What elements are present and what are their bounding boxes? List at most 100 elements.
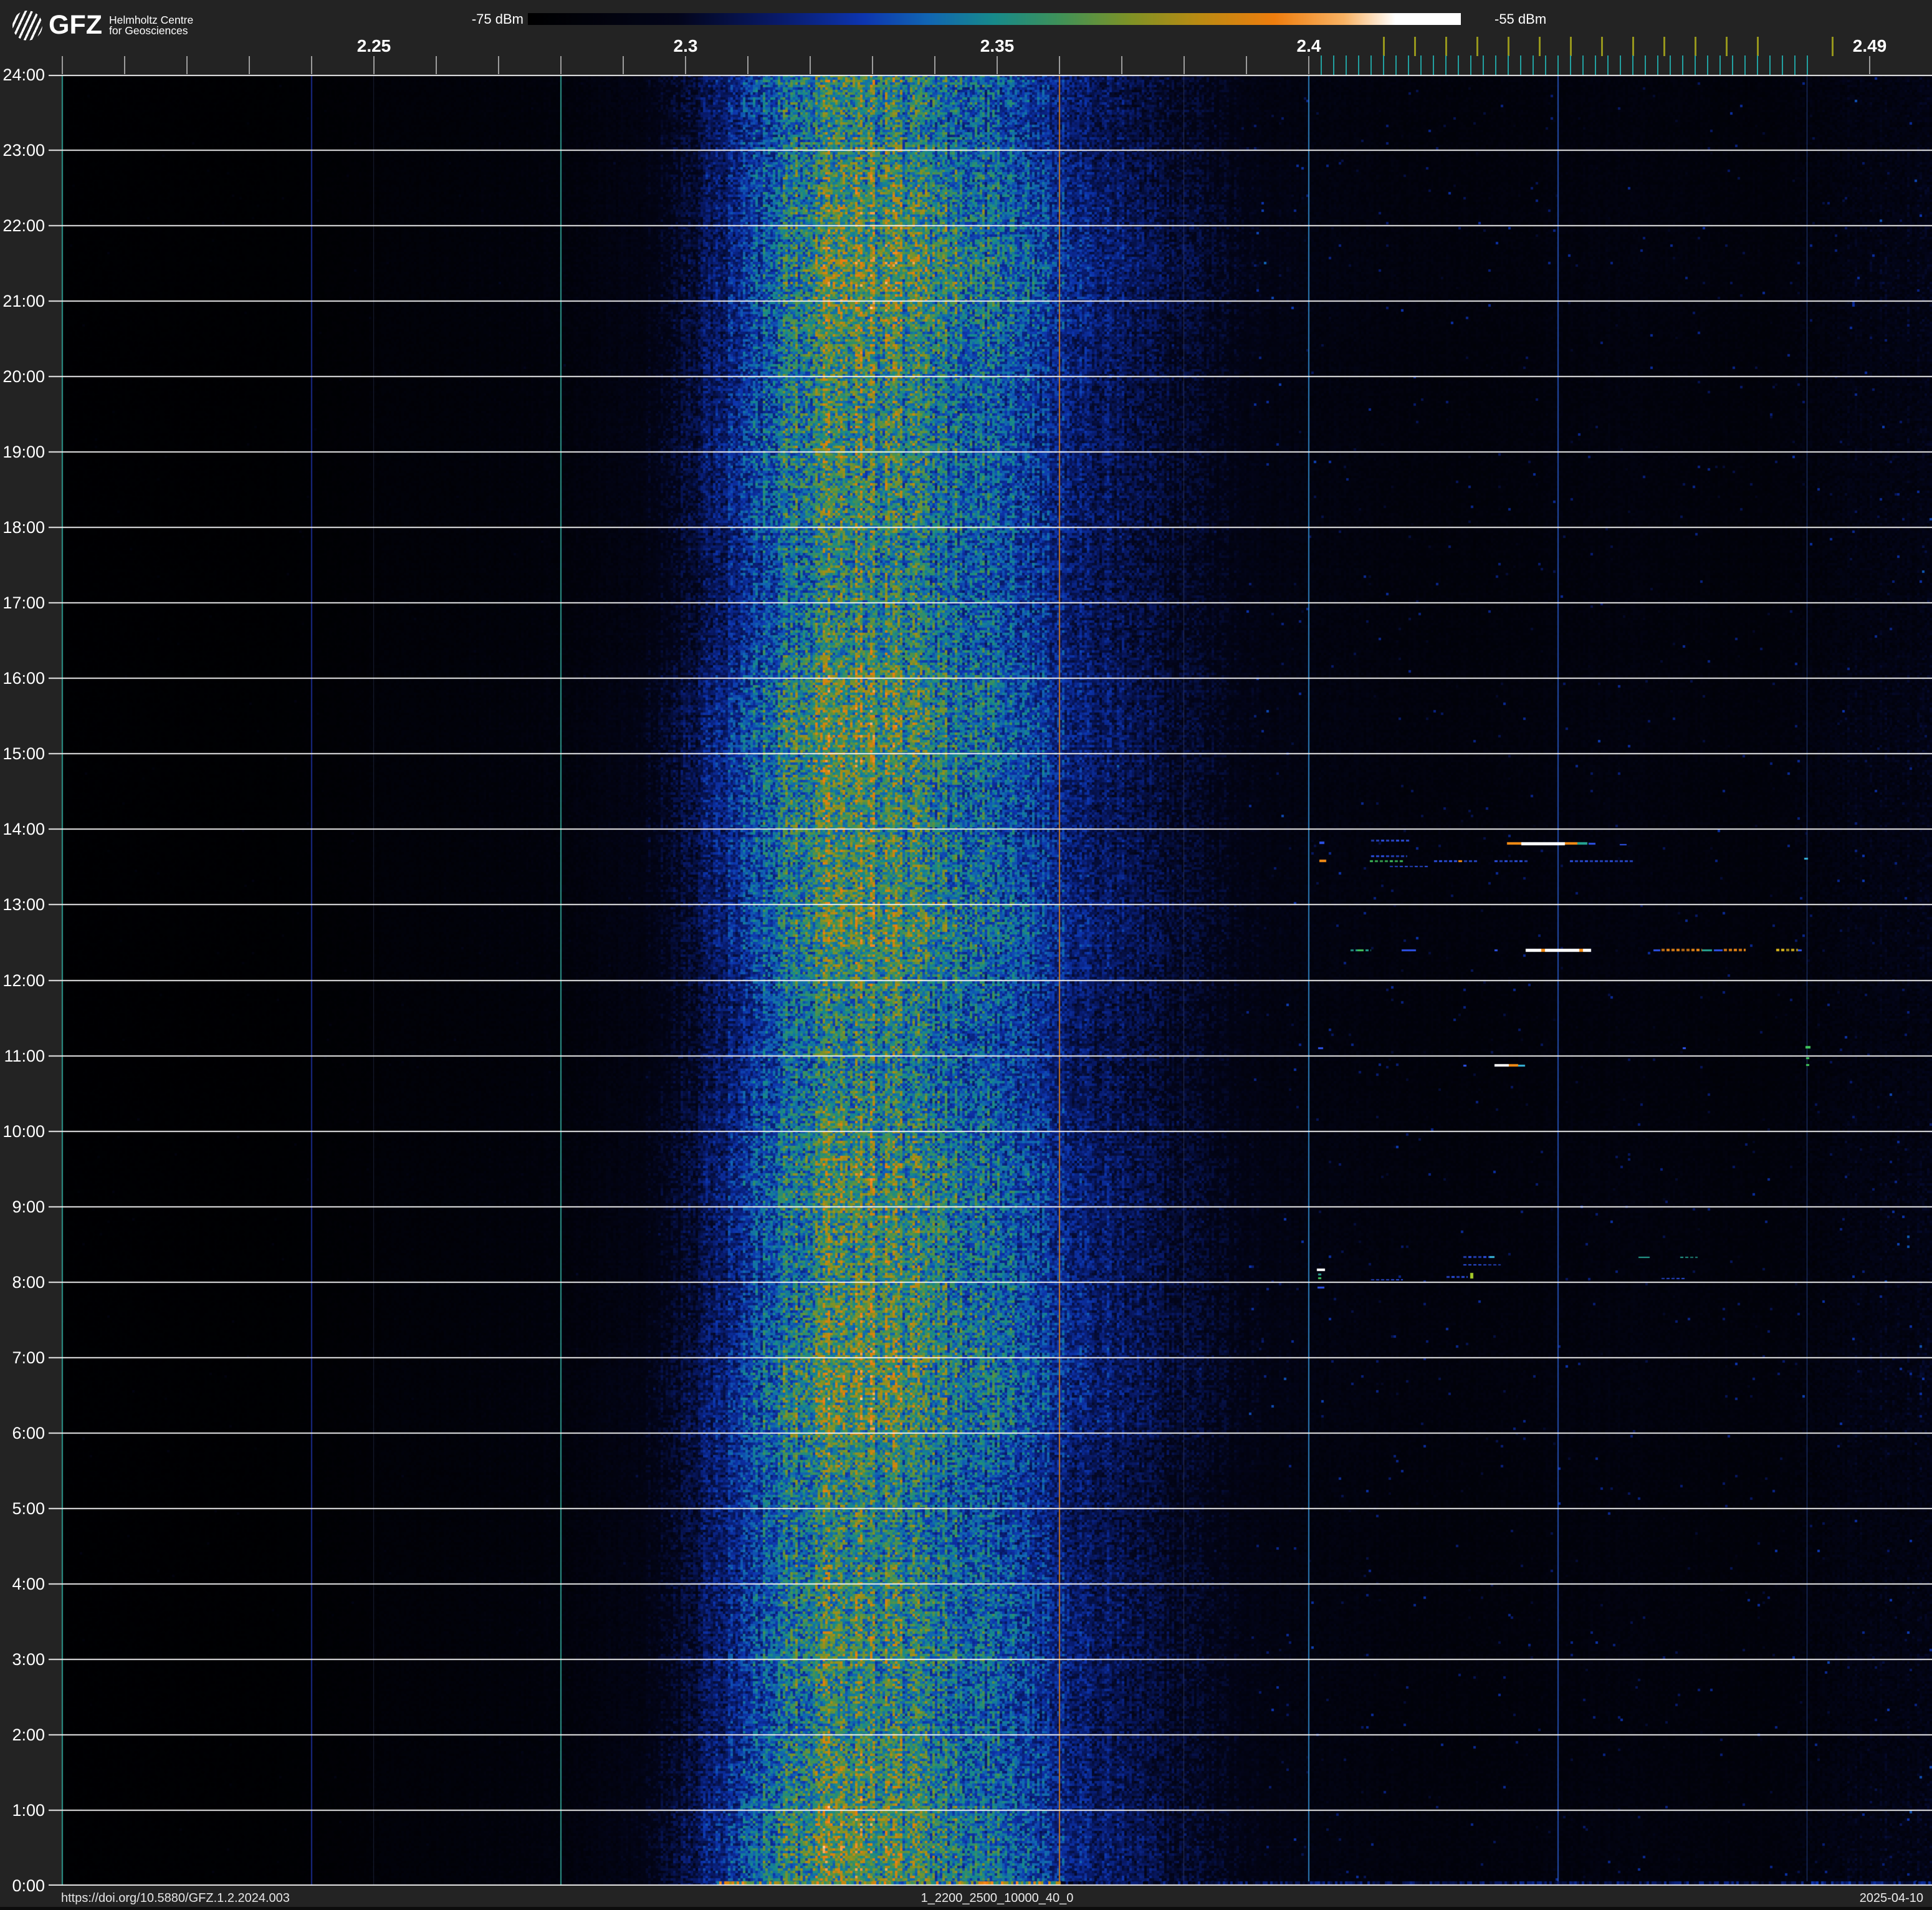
time-axis-label: 23:00 <box>2 141 45 160</box>
freq-tick <box>810 56 811 74</box>
wifi-channel-tick <box>1663 37 1665 56</box>
time-axis-label: 3:00 <box>12 1650 45 1669</box>
ble-channel-tick <box>1495 55 1496 75</box>
ble-channel-tick <box>1445 55 1447 75</box>
ble-channel-tick <box>1695 55 1696 75</box>
freq-tick <box>685 56 686 74</box>
time-axis-label: 12:00 <box>2 971 45 990</box>
ble-channel-tick <box>1645 55 1646 75</box>
ble-channel-tick <box>1483 55 1484 75</box>
time-axis-label: 13:00 <box>2 895 45 914</box>
time-axis-label: 14:00 <box>2 820 45 838</box>
ble-channel-tick <box>1682 55 1683 75</box>
gfz-logo-text: GFZ <box>49 10 102 40</box>
ble-channel-tick <box>1620 55 1621 75</box>
ble-channel-tick <box>1433 55 1434 75</box>
colorbar-min-label: -75 dBm <box>471 11 524 27</box>
wifi-channel-tick <box>1695 37 1696 56</box>
ble-channel-tick <box>1657 55 1658 75</box>
ble-channel-tick <box>1358 55 1359 75</box>
spectrogram-canvas <box>49 75 1932 1886</box>
freq-axis-label: 2.3 <box>673 36 698 55</box>
time-axis-label: 17:00 <box>2 593 45 612</box>
ble-channel-tick <box>1458 55 1459 75</box>
freq-tick <box>560 56 562 74</box>
time-axis-label: 9:00 <box>12 1197 45 1216</box>
time-axis-label: 16:00 <box>2 669 45 688</box>
freq-tick <box>623 56 624 74</box>
ble-channel-tick <box>1470 55 1471 75</box>
gfz-logo-icon <box>12 11 42 41</box>
wifi-channel-tick <box>1757 37 1759 56</box>
time-axis-label: 5:00 <box>12 1499 45 1518</box>
date-text: 2025-04-10 <box>1859 1891 1923 1905</box>
freq-tick <box>1121 56 1122 74</box>
freq-tick <box>249 56 250 74</box>
time-axis-label: 2:00 <box>12 1725 45 1744</box>
freq-tick <box>1869 56 1870 74</box>
freq-tick <box>934 56 935 74</box>
time-axis-label: 0:00 <box>12 1876 45 1895</box>
wifi-channel-tick <box>1445 37 1447 56</box>
time-axis-label: 20:00 <box>2 367 45 386</box>
ble-channel-tick <box>1370 55 1372 75</box>
freq-tick <box>373 56 375 74</box>
freq-tick <box>186 56 188 74</box>
time-axis-label: 18:00 <box>2 518 45 537</box>
wifi-channel-tick <box>1539 37 1541 56</box>
ble-channel-tick <box>1782 55 1783 75</box>
colorbar-max-label: -55 dBm <box>1494 11 1547 27</box>
ble-channel-tick <box>1408 55 1409 75</box>
ble-channel-tick <box>1595 55 1596 75</box>
ble-channel-tick <box>1545 55 1546 75</box>
gfz-logo-subtitle-line2: for Geosciences <box>109 24 188 37</box>
ble-channel-tick <box>1570 55 1571 75</box>
time-axis-label: 22:00 <box>2 216 45 235</box>
wifi-channel-tick <box>1601 37 1603 56</box>
ble-channel-tick <box>1346 55 1347 75</box>
freq-axis-label: 2.4 <box>1296 36 1321 55</box>
time-axis-label: 8:00 <box>12 1273 45 1292</box>
ble-channel-tick <box>1719 55 1721 75</box>
ble-channel-tick <box>1757 55 1758 75</box>
ble-channel-tick <box>1670 55 1671 75</box>
freq-tick <box>872 56 873 74</box>
freq-tick <box>1059 56 1060 74</box>
wifi-channel-tick <box>1508 37 1509 56</box>
freq-tick <box>1246 56 1247 74</box>
time-axis-label: 10:00 <box>2 1122 45 1141</box>
freq-axis-label: 2.35 <box>980 36 1015 55</box>
ble-channel-tick <box>1744 55 1746 75</box>
freq-tick <box>311 56 312 74</box>
ble-channel-tick <box>1732 55 1733 75</box>
ble-channel-tick <box>1321 55 1322 75</box>
time-axis-label: 19:00 <box>2 443 45 461</box>
ble-channel-tick <box>1794 55 1796 75</box>
freq-tick <box>436 56 437 74</box>
ble-channel-tick <box>1607 55 1609 75</box>
gfz-logo-subtitle: Helmholtz Centre for Geosciences <box>109 15 193 36</box>
wifi-channel-tick <box>1414 37 1416 56</box>
colorbar-gradient <box>528 13 1461 25</box>
ble-channel-tick <box>1395 55 1397 75</box>
freq-tick <box>62 56 63 74</box>
time-axis-label: 11:00 <box>4 1047 45 1065</box>
freq-tick <box>1184 56 1185 74</box>
time-axis-label: 15:00 <box>2 744 45 763</box>
wifi-channel-tick <box>1476 37 1478 56</box>
freq-axis-label: 2.25 <box>356 36 391 55</box>
ble-channel-tick <box>1632 55 1633 75</box>
freq-tick <box>1308 56 1309 74</box>
ble-channel-tick <box>1420 55 1422 75</box>
ble-channel-tick <box>1807 55 1808 75</box>
ble-channel-tick <box>1582 55 1584 75</box>
ble-channel-tick <box>1508 55 1509 75</box>
time-axis-label: 24:00 <box>2 65 45 84</box>
ble-channel-tick <box>1769 55 1771 75</box>
freq-tick <box>997 56 998 74</box>
wifi-channel-tick <box>1632 37 1634 56</box>
ble-channel-tick <box>1707 55 1708 75</box>
ble-channel-tick <box>1520 55 1521 75</box>
bottom-edge <box>0 1907 1932 1910</box>
time-axis-label: 7:00 <box>12 1348 45 1367</box>
